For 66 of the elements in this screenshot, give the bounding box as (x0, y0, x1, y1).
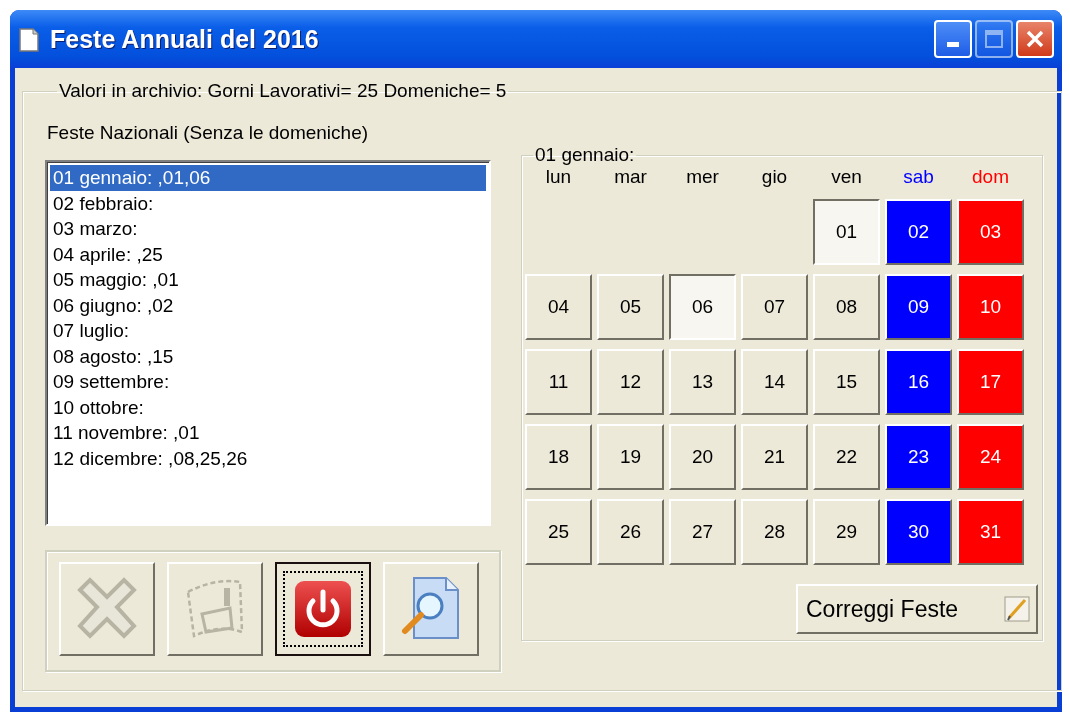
day-button[interactable]: 21 (741, 424, 808, 490)
list-item[interactable]: 01 gennaio: ,01,06 (50, 165, 486, 191)
day-button[interactable]: 23 (885, 424, 952, 490)
day-button[interactable]: 10 (957, 274, 1024, 340)
weekday-label: gio (760, 166, 789, 189)
list-item[interactable]: 11 novembre: ,01 (50, 420, 486, 446)
day-button[interactable]: 19 (597, 424, 664, 490)
day-button[interactable]: 01 (813, 199, 880, 265)
weekday-label: ven (830, 166, 863, 189)
day-button[interactable]: 12 (597, 349, 664, 415)
day-button[interactable]: 02 (885, 199, 952, 265)
day-button[interactable]: 31 (957, 499, 1024, 565)
document-icon (18, 25, 40, 53)
day-button[interactable]: 30 (885, 499, 952, 565)
weekday-label: dom (971, 166, 1010, 189)
close-button[interactable] (1016, 20, 1054, 58)
day-button[interactable]: 18 (525, 424, 592, 490)
list-item[interactable]: 12 dicembre: ,08,25,26 (50, 445, 486, 471)
weekday-label: lun (544, 166, 573, 189)
day-button[interactable]: 15 (813, 349, 880, 415)
day-button[interactable]: 09 (885, 274, 952, 340)
list-item[interactable]: 10 ottobre: (50, 394, 486, 420)
day-button[interactable]: 14 (741, 349, 808, 415)
day-button[interactable]: 17 (957, 349, 1024, 415)
close-icon (1026, 30, 1044, 48)
day-button[interactable]: 13 (669, 349, 736, 415)
list-item[interactable]: 03 marzo: (50, 216, 486, 242)
day-button[interactable]: 29 (813, 499, 880, 565)
pencil-icon (1004, 596, 1030, 622)
day-button[interactable]: 16 (885, 349, 952, 415)
weekday-label: sab (902, 166, 935, 189)
day-button[interactable]: 07 (741, 274, 808, 340)
preview-button[interactable] (383, 562, 479, 656)
list-item[interactable]: 07 luglio: (50, 318, 486, 344)
day-button[interactable]: 22 (813, 424, 880, 490)
calendar-title: 01 gennaio: (534, 144, 636, 166)
list-item[interactable]: 08 agosto: ,15 (50, 343, 486, 369)
window-title: Feste Annuali del 2016 (50, 24, 320, 54)
power-icon (293, 579, 353, 639)
minimize-button[interactable] (934, 20, 972, 58)
list-label: Feste Nazionali (Senza le domeniche) (47, 122, 370, 144)
minimize-icon (947, 42, 959, 48)
list-item[interactable]: 04 aprile: ,25 (50, 241, 486, 267)
day-button[interactable]: 24 (957, 424, 1024, 490)
power-button[interactable] (275, 562, 371, 656)
day-button[interactable]: 20 (669, 424, 736, 490)
list-item[interactable]: 05 maggio: ,01 (50, 267, 486, 293)
maximize-icon (985, 30, 1003, 48)
weekday-label: mar (613, 166, 648, 189)
day-button[interactable]: 08 (813, 274, 880, 340)
day-button[interactable]: 05 (597, 274, 664, 340)
group-title: Valori in archivio: Gorni Lavorativi= 25 Domeniche= 5 (58, 80, 508, 102)
day-button[interactable]: 03 (957, 199, 1024, 265)
weekday-label: mer (685, 166, 720, 189)
list-item[interactable]: 02 febbraio: (50, 190, 486, 216)
document-search-icon (400, 576, 462, 642)
day-button[interactable]: 11 (525, 349, 592, 415)
list-item[interactable]: 06 giugno: ,02 (50, 292, 486, 318)
day-button[interactable]: 26 (597, 499, 664, 565)
day-button[interactable]: 28 (741, 499, 808, 565)
day-button[interactable]: 04 (525, 274, 592, 340)
day-button[interactable]: 06 (669, 274, 736, 340)
day-button[interactable]: 27 (669, 499, 736, 565)
day-button[interactable]: 25 (525, 499, 592, 565)
list-item[interactable]: 09 settembre: (50, 369, 486, 395)
edit-holidays-button[interactable]: Correggi Feste (796, 584, 1038, 634)
